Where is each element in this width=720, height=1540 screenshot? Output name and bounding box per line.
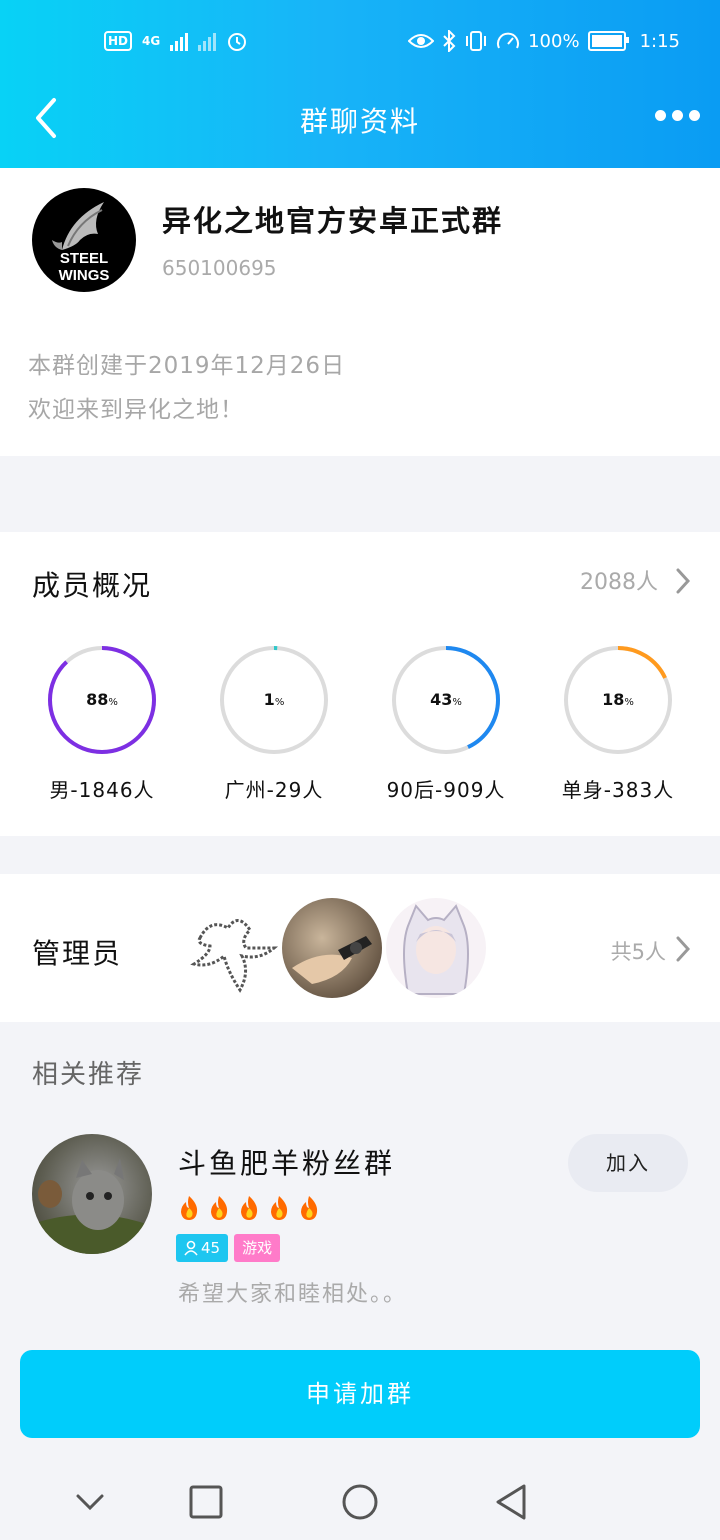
hd-indicator: HD: [104, 31, 133, 51]
logo-text-steel: STEEL: [60, 250, 108, 267]
home-icon[interactable]: [338, 1480, 382, 1524]
apply-join-button[interactable]: 申请加群: [20, 1350, 700, 1438]
user-icon: [184, 1240, 198, 1256]
battery-percent: 100%: [528, 30, 580, 52]
recommend-description: 希望大家和睦相处。。: [178, 1282, 408, 1307]
system-nav-bar: [0, 1462, 720, 1540]
group-description-line1: 本群创建于2019年12月26日: [28, 353, 346, 379]
admin-total: 共5人: [610, 940, 666, 964]
stat-label: 单身-383人: [561, 778, 675, 802]
stat-value: 43%: [430, 690, 462, 709]
group-name: 异化之地官方安卓正式群: [162, 204, 504, 238]
recommend-title: 相关推荐: [32, 1060, 145, 1090]
member-count: 2088人: [580, 570, 658, 595]
flame-icon: [211, 1196, 228, 1220]
stat-label: 90后-909人: [386, 778, 506, 802]
activity-flames: [176, 1194, 322, 1222]
signal-2-icon: [198, 31, 217, 51]
flame-icon: [301, 1196, 318, 1220]
status-bar: HD 4G 100% 1:15: [0, 22, 720, 62]
recommend-group-avatar[interactable]: [32, 1134, 152, 1254]
network-type: 4G: [142, 34, 161, 48]
recent-apps-icon[interactable]: [184, 1480, 228, 1524]
speed-icon: [497, 32, 520, 49]
eye-icon: [408, 34, 435, 48]
stat-value: 88%: [86, 690, 118, 709]
chevron-right-icon: [676, 936, 691, 962]
member-count-value: 45: [201, 1239, 221, 1257]
member-stat: 18% 单身-383人: [532, 644, 704, 803]
group-id: 650100695: [162, 256, 277, 280]
member-overview-title: 成员概况: [32, 569, 153, 602]
stat-label: 男-1846人: [49, 778, 155, 802]
admin-avatar[interactable]: [180, 898, 280, 998]
chevron-down-icon[interactable]: [68, 1480, 112, 1524]
battery-icon: [587, 31, 629, 51]
group-logo[interactable]: STEEL WINGS: [32, 188, 136, 292]
header-bar: HD 4G 100% 1:15 群聊资料: [0, 0, 720, 168]
group-description: 本群创建于2019年12月26日 欢迎来到异化之地！: [28, 344, 345, 432]
group-info-card: STEEL WINGS 异化之地官方安卓正式群 650100695 本群创建于2…: [0, 168, 720, 456]
flame-icon: [241, 1196, 258, 1220]
member-stat: 43% 90后-909人: [360, 644, 532, 803]
alarm-icon: [228, 33, 247, 51]
stat-value: 18%: [602, 690, 634, 709]
stat-label: 广州-29人: [224, 778, 324, 802]
signal-icon: [170, 31, 189, 51]
flame-icon: [181, 1196, 198, 1220]
vibrate-icon: [466, 31, 487, 51]
member-stat: 88% 男-1846人: [16, 644, 188, 803]
recommend-tags: 45 游戏: [176, 1234, 281, 1262]
flame-icon: [271, 1196, 288, 1220]
recommend-group-name[interactable]: 斗鱼肥羊粉丝群: [178, 1142, 395, 1182]
chevron-right-icon: [676, 568, 691, 594]
category-tag: 游戏: [234, 1234, 281, 1262]
back-triangle-icon[interactable]: [490, 1480, 534, 1524]
join-button[interactable]: 加入: [568, 1134, 688, 1192]
member-count-tag: 45: [176, 1234, 229, 1262]
clock: 1:15: [639, 30, 680, 52]
member-stat: 1% 广州-29人: [188, 644, 360, 803]
admin-avatar[interactable]: [282, 898, 382, 998]
group-description-line2: 欢迎来到异化之地！: [28, 397, 244, 423]
stat-value: 1%: [263, 690, 285, 709]
logo-text-wings: WINGS: [59, 267, 110, 284]
page-title: 群聊资料: [299, 105, 420, 138]
admin-card[interactable]: 管理员 共5人: [0, 874, 720, 1022]
wing-logo-icon: STEEL WINGS: [52, 202, 110, 284]
member-overview-card[interactable]: 成员概况 2088人 88% 男-1846人 1% 广州-29人 43% 90后-909人…: [0, 532, 720, 836]
admin-title: 管理员: [32, 937, 123, 970]
more-dots-icon[interactable]: [655, 110, 700, 121]
bluetooth-icon: [443, 30, 456, 52]
admin-avatar[interactable]: [386, 898, 486, 998]
